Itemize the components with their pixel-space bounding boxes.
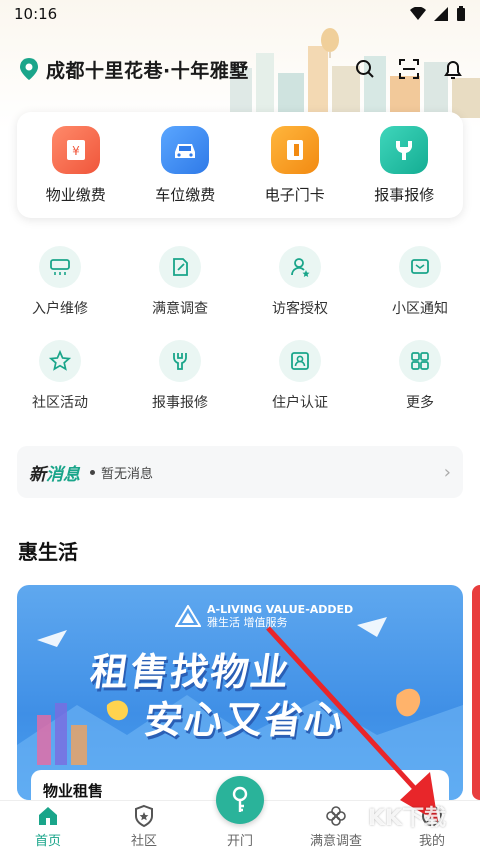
nav-label: 社区	[130, 834, 157, 849]
service-home-repair[interactable]: 入户维修	[5, 236, 115, 330]
status-time: 10:16	[14, 5, 58, 23]
location-row: 成都十里花巷·十年雅墅	[18, 52, 468, 86]
banner-headline-2: 安心又省心	[141, 698, 348, 742]
nav-label: 首页	[34, 834, 61, 849]
service-repair[interactable]: 报事报修	[354, 125, 454, 205]
service-repair-report[interactable]: 报事报修	[125, 330, 235, 424]
watermark: KK下载	[368, 806, 447, 831]
nav-label: 开门	[226, 834, 253, 849]
id-card-icon	[279, 340, 321, 382]
service-more[interactable]: 更多	[365, 330, 475, 424]
brand-name-cn: 雅生活 增值服务	[207, 616, 288, 630]
service-visitor[interactable]: 访客授权	[245, 236, 355, 330]
notice-icon	[399, 246, 441, 288]
nav-label: 满意调查	[309, 834, 362, 849]
service-door-card[interactable]: 电子门卡	[245, 125, 345, 205]
service-label: 更多	[406, 395, 434, 411]
service-label: 车位缴费	[155, 185, 216, 204]
svg-text:¥: ¥	[72, 144, 80, 158]
bill-icon: ¥	[51, 125, 100, 174]
nav-label: 我的	[418, 834, 445, 849]
service-community-activity[interactable]: 社区活动	[5, 330, 115, 424]
service-label: 入户维修	[32, 301, 88, 317]
service-label: 住户认证	[272, 395, 328, 411]
service-notice[interactable]: 小区通知	[365, 236, 475, 330]
scan-icon[interactable]	[398, 58, 420, 80]
news-dot	[90, 469, 95, 475]
wrench-icon	[159, 340, 201, 382]
news-tag-prefix: 新	[29, 464, 46, 485]
service-label: 社区活动	[32, 395, 88, 411]
brand-logo-icon	[175, 605, 201, 628]
survey-icon	[159, 246, 201, 288]
brand-block: A-LIVING VALUE-ADDED 雅生活 增值服务	[175, 603, 353, 629]
signal-icon	[434, 7, 448, 21]
wifi-icon	[410, 7, 426, 20]
news-bar[interactable]: 新消息 暂无消息 ›	[17, 446, 463, 498]
service-label: 报事报修	[374, 185, 435, 204]
service-label: 物业缴费	[45, 185, 106, 204]
battery-icon	[457, 6, 465, 21]
section-title: 惠生活	[18, 540, 78, 564]
search-icon[interactable]	[354, 58, 376, 80]
brand-text: A-LIVING VALUE-ADDED 雅生活 增值服务	[207, 603, 353, 629]
service-resident-auth[interactable]: 住户认证	[245, 330, 355, 424]
nav-community[interactable]: 社区	[96, 804, 192, 849]
news-tag-suffix: 消息	[46, 464, 80, 485]
secondary-services-grid: 入户维修 满意调查 访客授权 小区通知 社区活动 报事报修 住户认证 更多	[0, 236, 480, 424]
visitor-icon	[279, 246, 321, 288]
service-survey[interactable]: 满意调查	[125, 236, 235, 330]
status-icons	[410, 6, 466, 22]
chevron-right-icon: ›	[443, 461, 451, 483]
top-actions	[354, 58, 468, 80]
key-icon	[232, 786, 248, 812]
community-shield-icon	[135, 804, 153, 828]
home-icon	[39, 807, 57, 825]
service-property-fee[interactable]: ¥ 物业缴费	[26, 125, 126, 205]
grid-row: 社区活动 报事报修 住户认证 更多	[0, 330, 480, 424]
service-parking-fee[interactable]: 车位缴费	[135, 125, 235, 205]
bell-icon[interactable]	[442, 58, 464, 80]
community-name[interactable]: 成都十里花巷·十年雅墅	[46, 56, 249, 83]
brand-name-en: A-LIVING VALUE-ADDED	[207, 603, 354, 616]
flower-icon	[326, 806, 346, 826]
air-conditioner-icon	[39, 246, 81, 288]
next-banner-peek[interactable]	[472, 585, 480, 800]
nav-home[interactable]: 首页	[0, 804, 96, 849]
door-card-icon	[270, 125, 319, 174]
service-label: 电子门卡	[264, 185, 325, 204]
news-text: 暂无消息	[101, 466, 154, 482]
service-label: 报事报修	[152, 395, 208, 411]
grid-icon	[399, 340, 441, 382]
car-icon	[161, 125, 210, 174]
service-label: 小区通知	[392, 301, 448, 317]
open-door-button[interactable]	[216, 776, 264, 824]
star-icon	[39, 340, 81, 382]
status-bar: 10:16	[0, 0, 480, 28]
banner-headline-1: 租售找物业	[87, 650, 294, 694]
wrench-icon	[380, 125, 429, 174]
service-label: 访客授权	[272, 301, 328, 317]
service-label: 满意调查	[152, 301, 208, 317]
news-tag: 新消息	[29, 460, 80, 485]
promo-banner[interactable]: A-LIVING VALUE-ADDED 雅生活 增值服务 租售找物业 安心又省…	[17, 585, 463, 800]
location-pin-icon	[20, 58, 38, 80]
grid-row: 入户维修 满意调查 访客授权 小区通知	[0, 236, 480, 330]
primary-services-card: ¥ 物业缴费 车位缴费 电子门卡 报事报修	[17, 112, 463, 218]
